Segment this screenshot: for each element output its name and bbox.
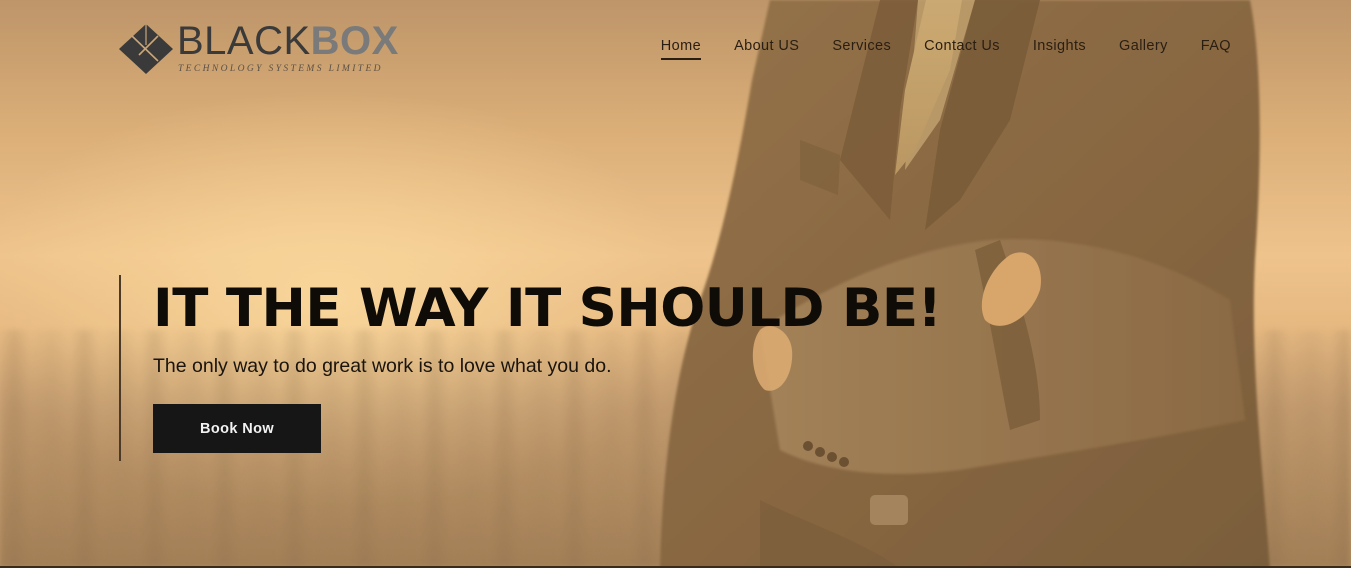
brand-wordmark: BLACKBOX xyxy=(177,20,399,62)
book-now-button[interactable]: Book Now xyxy=(153,404,321,453)
nav-item-gallery[interactable]: Gallery xyxy=(1119,38,1168,59)
nav-item-about-us[interactable]: About US xyxy=(734,38,799,59)
brand-word-box: BOX xyxy=(310,19,399,63)
hero-tagline: The only way to do great work is to love… xyxy=(153,355,612,377)
nav-item-insights[interactable]: Insights xyxy=(1033,38,1086,59)
hero-accent-bar xyxy=(119,275,121,461)
brand-subtitle: TECHNOLOGY SYSTEMS LIMITED xyxy=(178,64,383,74)
site-logo[interactable]: BLACKBOX TECHNOLOGY SYSTEMS LIMITED xyxy=(118,20,418,80)
hero-banner: BLACKBOX TECHNOLOGY SYSTEMS LIMITED Home… xyxy=(0,0,1351,568)
nav-item-services[interactable]: Services xyxy=(832,38,891,59)
hero-headline: IT THE WAY IT SHOULD BE! xyxy=(153,278,942,339)
diamond-logo-icon xyxy=(119,24,173,74)
nav-item-faq[interactable]: FAQ xyxy=(1201,38,1231,59)
brand-word-black: BLACK xyxy=(177,19,311,63)
main-navigation: Home About US Services Contact Us Insigh… xyxy=(628,38,1231,60)
nav-item-home[interactable]: Home xyxy=(660,38,702,60)
nav-item-contact-us[interactable]: Contact Us xyxy=(924,38,1000,59)
